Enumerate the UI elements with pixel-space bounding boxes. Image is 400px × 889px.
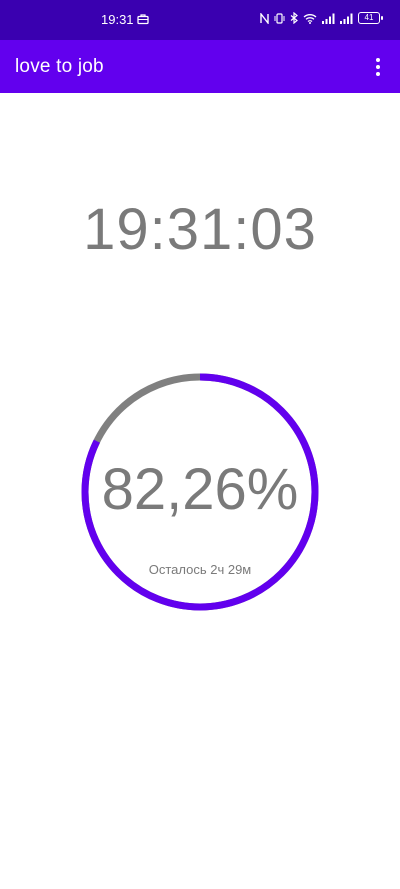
progress-percent: 82,26% [101,457,299,522]
bluetooth-icon [290,12,298,24]
app-title: love to job [15,56,104,77]
vibrate-icon [274,12,285,24]
battery-icon: 41 [358,12,383,24]
signal-icon [340,13,353,24]
status-icons: 41 [260,12,383,24]
nfc-icon [260,12,269,24]
app-bar: love to job [0,40,400,93]
clock-display: 19:31:03 [83,197,317,262]
time-remaining: Осталось 2ч 29м [148,562,252,577]
briefcase-icon [137,13,149,25]
wifi-icon [303,13,317,24]
status-bar: 19:31 41 [0,0,400,40]
status-time: 19:31 [101,12,134,27]
more-vert-icon[interactable] [366,52,390,82]
signal-icon [322,13,335,24]
